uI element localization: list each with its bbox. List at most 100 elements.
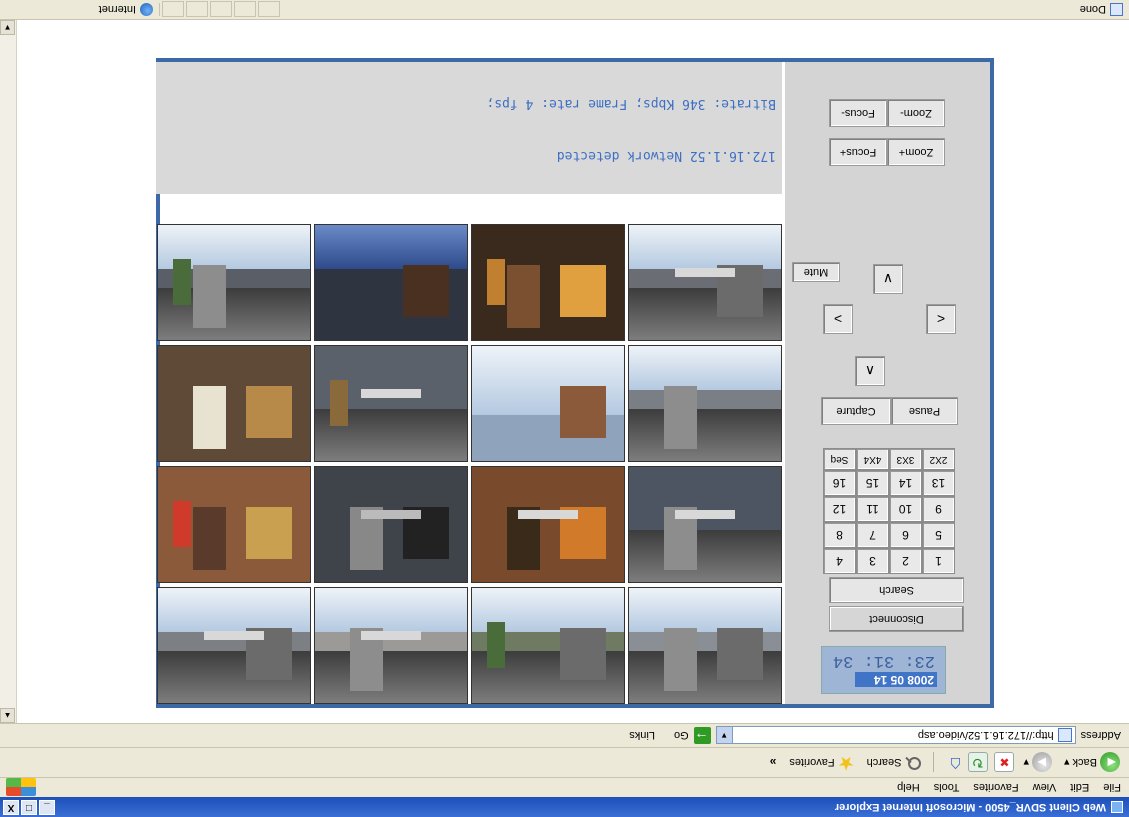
scroll-up-icon[interactable]: ▲ (0, 708, 15, 723)
menu-tools[interactable]: Tools (934, 782, 960, 794)
menu-favorites[interactable]: Favorites (973, 782, 1018, 794)
ptz-down-button[interactable]: ∨ (873, 264, 903, 294)
camera-2-button[interactable]: 2 (889, 548, 922, 574)
maximize-button[interactable]: □ (21, 800, 37, 815)
camera-feed-5[interactable] (628, 466, 782, 583)
camera-feed-6[interactable] (471, 466, 625, 583)
menu-help[interactable]: Help (897, 782, 920, 794)
focus-minus-button[interactable]: Focus- (829, 99, 887, 127)
layout-3x3-button[interactable]: 3X3 (889, 448, 922, 470)
disconnect-button[interactable]: Disconnect (829, 606, 964, 632)
camera-feed-11[interactable] (314, 345, 468, 462)
close-button[interactable]: X (3, 800, 19, 815)
status-page-icon (1110, 3, 1123, 16)
security-zone: Internet (0, 3, 160, 16)
focus-plus-button[interactable]: Focus+ (829, 138, 887, 166)
layout-4x4-button[interactable]: 4X4 (856, 448, 889, 470)
camera-3-button[interactable]: 3 (856, 548, 889, 574)
menu-file[interactable]: File (1103, 782, 1121, 794)
camera-feed-16[interactable] (157, 224, 311, 341)
status-left: Done (629, 3, 1129, 16)
search-button[interactable]: Search (864, 751, 926, 775)
refresh-icon[interactable] (968, 752, 989, 773)
go-button[interactable]: Go (674, 730, 689, 742)
address-dropdown-icon[interactable]: ▼ (716, 727, 733, 744)
clock-display: 2008 05 14 23: 31: 34 (821, 646, 946, 694)
ptz-up-button[interactable]: ∧ (855, 356, 885, 386)
clock-date: 2008 05 14 (855, 672, 937, 687)
address-url[interactable]: http://172.16.1.52/video.asp (918, 730, 1054, 742)
toolbar-more-chevron[interactable]: » (770, 756, 777, 770)
camera-feed-12[interactable] (157, 345, 311, 462)
camera-14-button[interactable]: 14 (889, 470, 922, 496)
zoom-plus-button[interactable]: Zoom+ (887, 138, 945, 166)
camera-13-button[interactable]: 13 (922, 470, 955, 496)
capture-button[interactable]: Capture (821, 397, 891, 425)
camera-6-button[interactable]: 6 (889, 522, 922, 548)
address-input[interactable]: http://172.16.1.52/video.asp ▼ (715, 726, 1076, 745)
network-status-text: 172.16.1.52 Network detected (556, 148, 776, 163)
control-panel: 2008 05 14 23: 31: 34 Disconnect Search … (785, 62, 990, 704)
camera-feed-13[interactable] (628, 224, 782, 341)
favorites-button[interactable]: ★ Favorites (786, 751, 857, 775)
go-arrow-icon[interactable] (693, 727, 711, 744)
camera-feed-4[interactable] (157, 587, 311, 704)
scroll-down-icon[interactable]: ▼ (0, 20, 15, 35)
camera-feed-8[interactable] (157, 466, 311, 583)
status-cell (258, 1, 280, 18)
back-dropdown-icon[interactable]: ▾ (1064, 756, 1070, 769)
camera-7-button[interactable]: 7 (856, 522, 889, 548)
window-controls: _ □ X (3, 800, 55, 815)
sequence-button[interactable]: Seq (823, 448, 856, 470)
camera-8-button[interactable]: 8 (823, 522, 856, 548)
title-bar: Web Client SDVR_4500 - Microsoft Interne… (0, 797, 1129, 817)
forward-button[interactable]: ▾ (1020, 751, 1055, 775)
forward-dropdown-icon[interactable]: ▾ (1023, 756, 1029, 769)
camera-5-button[interactable]: 5 (922, 522, 955, 548)
camera-11-button[interactable]: 11 (856, 496, 889, 522)
status-cell (210, 1, 232, 18)
status-text: Done (1079, 3, 1106, 16)
dvr-viewer-panel: 2008 05 14 23: 31: 34 Disconnect Search … (156, 58, 994, 708)
camera-feed-2[interactable] (471, 587, 625, 704)
camera-10-button[interactable]: 10 (889, 496, 922, 522)
back-label: Back (1072, 756, 1097, 769)
menu-bar: File Edit View Favorites Tools Help (0, 777, 1129, 797)
home-icon[interactable] (942, 753, 962, 773)
zoom-minus-button[interactable]: Zoom- (887, 99, 945, 127)
menu-view[interactable]: View (1033, 782, 1057, 794)
camera-feed-15[interactable] (314, 224, 468, 341)
camera-feed-9[interactable] (628, 345, 782, 462)
camera-feed-7[interactable] (314, 466, 468, 583)
camera-feed-14[interactable] (471, 224, 625, 341)
page-icon (1057, 728, 1072, 743)
page-content: ▲ ▼ 2008 05 14 23: 31: 34 Disconnect Sea… (0, 20, 1129, 723)
ptz-right-button[interactable]: > (823, 304, 853, 334)
links-button[interactable]: Links (629, 730, 655, 742)
back-button[interactable]: Back ▾ (1061, 751, 1123, 775)
minimize-button[interactable]: _ (39, 800, 55, 815)
camera-1-button[interactable]: 1 (922, 548, 955, 574)
stream-info-panel: 172.16.1.52 Network detected Bitrate: 34… (156, 62, 782, 194)
pause-button[interactable]: Pause (891, 397, 958, 425)
vertical-scrollbar[interactable]: ▲ ▼ (0, 20, 17, 723)
ptz-left-button[interactable]: < (926, 304, 956, 334)
menu-edit[interactable]: Edit (1070, 782, 1089, 794)
camera-feed-3[interactable] (314, 587, 468, 704)
camera-9-button[interactable]: 9 (922, 496, 955, 522)
camera-15-button[interactable]: 15 (856, 470, 889, 496)
camera-feed-1[interactable] (628, 587, 782, 704)
camera-12-button[interactable]: 12 (823, 496, 856, 522)
layout-2x2-button[interactable]: 2X2 (922, 448, 955, 470)
mute-button[interactable]: Mute (792, 262, 840, 282)
bitrate-framerate-text: Bitrate: 346 Kbps; Frame rate: 4 fps; (486, 96, 776, 111)
status-cell (234, 1, 256, 18)
camera-4-button[interactable]: 4 (823, 548, 856, 574)
zone-label: Internet (98, 3, 136, 16)
camera-16-button[interactable]: 16 (823, 470, 856, 496)
stop-icon[interactable] (994, 752, 1015, 773)
search-dvr-button[interactable]: Search (829, 577, 964, 603)
camera-feed-10[interactable] (471, 345, 625, 462)
status-bar: Done Internet (0, 0, 1129, 20)
forward-arrow-icon (1032, 752, 1052, 773)
